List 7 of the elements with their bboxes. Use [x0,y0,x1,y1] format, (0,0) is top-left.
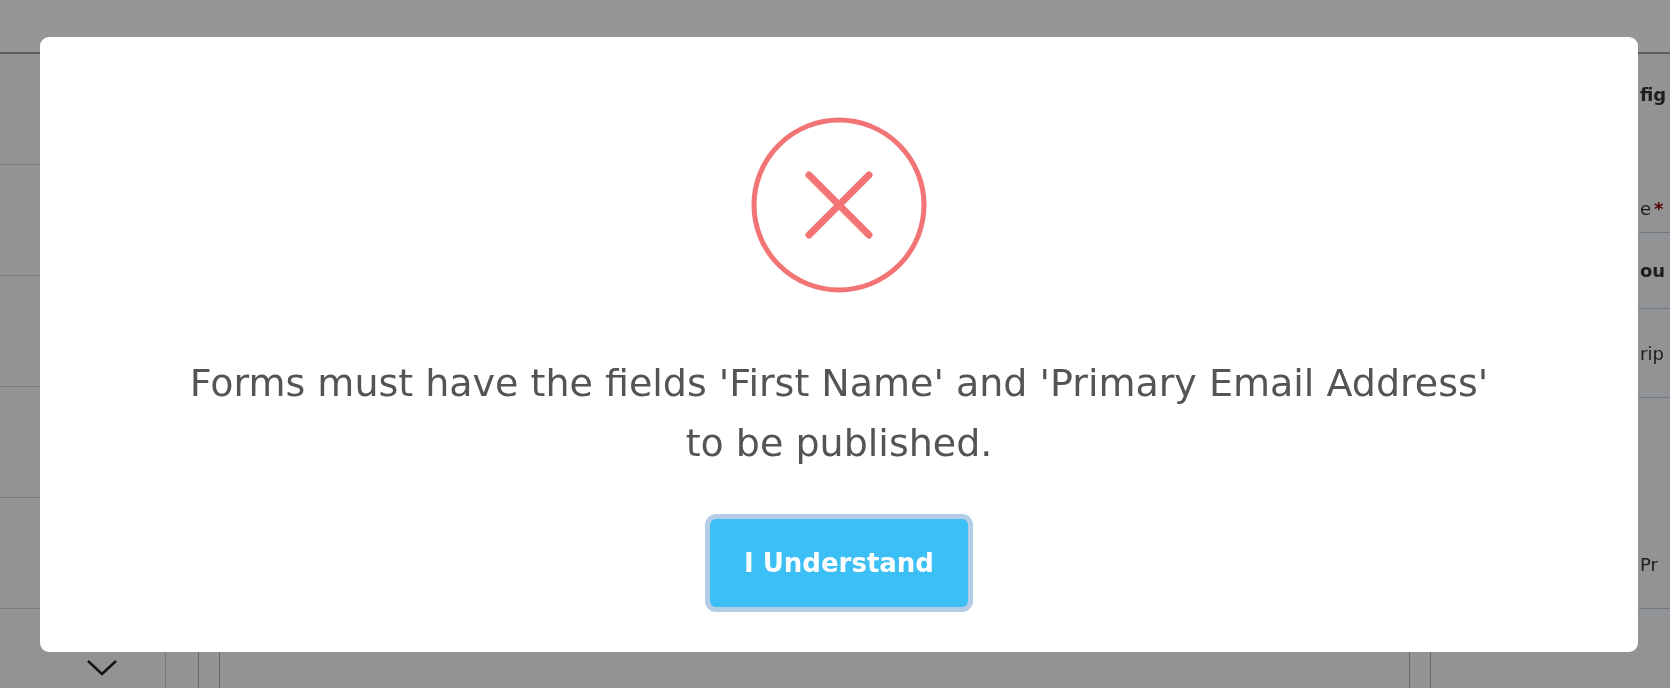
required-marker: * [1654,198,1664,219]
form-label: e [1640,198,1652,219]
form-label: Pr [1640,553,1658,575]
alert-message: Forms must have the fields 'First Name' and 'Primary Email Address' to be published. [188,360,1490,467]
form-label: fig [1640,84,1667,105]
form-label: ou [1640,260,1666,281]
form-label: rip [1640,342,1664,364]
